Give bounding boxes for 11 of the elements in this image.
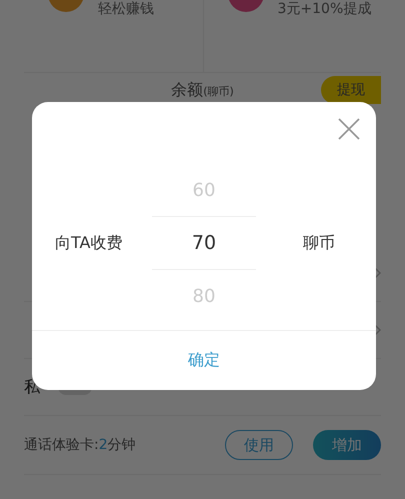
add-button[interactable]: 增加 [313,430,381,460]
unit-label: 聊币 [302,232,336,254]
earn-caption: 轻松赚钱 [98,0,154,18]
balance-label: 余额(聊币) [171,80,234,100]
close-icon[interactable] [338,118,360,140]
trial-card-text: 通话体验卡:2分钟 [24,436,137,454]
earn-caption: 3元+10%提成 [278,0,372,18]
withdraw-button[interactable]: 提现 [321,76,381,104]
use-button[interactable]: 使用 [225,430,293,460]
fee-label: 向TA收费 [54,232,124,254]
picker-option[interactable]: 70 [152,216,256,270]
